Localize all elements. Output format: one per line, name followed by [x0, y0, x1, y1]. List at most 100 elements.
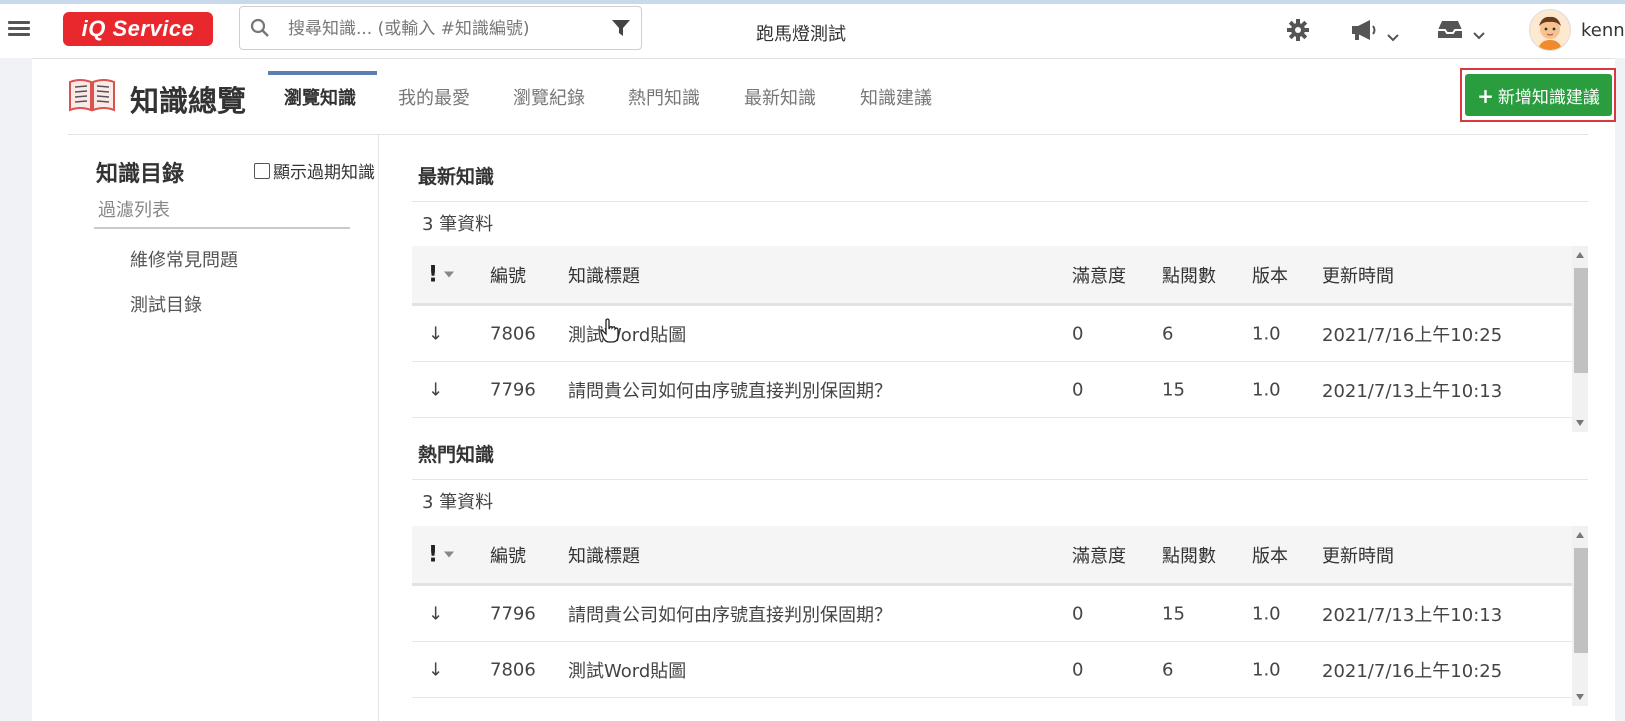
- record-count-text: 3 筆資料: [422, 214, 494, 235]
- menu-icon[interactable]: [8, 18, 30, 40]
- add-suggestion-button[interactable]: + 新增知識建議: [1465, 74, 1612, 116]
- tab-latest[interactable]: 最新知識: [744, 84, 816, 110]
- row-views: 15: [1162, 379, 1185, 400]
- scrollbar[interactable]: [1572, 246, 1588, 432]
- inbox-icon: [1438, 21, 1462, 38]
- logo[interactable]: iQ Service: [63, 12, 213, 46]
- row-updated: 2021/7/16上午10:25: [1322, 660, 1503, 682]
- tab-favorites[interactable]: 我的最愛: [398, 84, 470, 110]
- row-views: 6: [1162, 323, 1174, 344]
- row-satisfaction: 0: [1072, 379, 1084, 400]
- row-views: 15: [1162, 603, 1185, 624]
- scrollbar-thumb: [1574, 548, 1588, 653]
- priority-sort[interactable]: !: [428, 542, 455, 567]
- catalog-title: 知識目錄: [96, 162, 185, 187]
- record-count-text: 3 筆資料: [422, 492, 494, 513]
- priority-arrow: ↓: [428, 603, 444, 624]
- priority-arrow: ↓: [428, 659, 444, 680]
- chevron-down-icon: [1473, 31, 1485, 39]
- row-updated: 2021/7/16上午10:25: [1322, 324, 1503, 346]
- active-tab-indicator: [268, 71, 377, 75]
- col-title[interactable]: 知識標題: [568, 262, 640, 288]
- row-version: 1.0: [1252, 659, 1281, 680]
- scroll-down-icon: [1576, 420, 1584, 426]
- category-item[interactable]: 維修常見問題: [130, 246, 238, 272]
- col-views[interactable]: 點閱數: [1162, 542, 1216, 568]
- table-row[interactable]: ↓ 7806 測試Word貼圖 0 6 1.0 2021/7/16上午10:25: [412, 306, 1572, 362]
- col-id[interactable]: 編號: [490, 262, 526, 288]
- marquee-text: 跑馬燈測試: [756, 24, 846, 45]
- checkbox[interactable]: [254, 162, 270, 179]
- row-satisfaction: 0: [1072, 659, 1084, 680]
- row-title-link[interactable]: 測試Word貼圖: [568, 657, 686, 683]
- col-version[interactable]: 版本: [1252, 262, 1288, 288]
- row-id: 7796: [490, 379, 536, 400]
- search-icon: [250, 18, 269, 37]
- announcement-menu[interactable]: [1350, 18, 1399, 46]
- tab-popular[interactable]: 熱門知識: [628, 84, 700, 110]
- sidebar: 知識目錄 顯示過期知識 維修常見問題 測試目錄: [32, 134, 379, 721]
- gear-icon[interactable]: [1286, 18, 1310, 42]
- scrollbar-thumb: [1574, 268, 1588, 373]
- caret-down-icon: [444, 551, 455, 558]
- record-count: 3 筆資料: [412, 479, 1588, 520]
- col-title[interactable]: 知識標題: [568, 542, 640, 568]
- priority-arrow: ↓: [428, 379, 444, 400]
- top-bar: iQ Service 跑馬燈測試 kenn: [0, 4, 1625, 59]
- show-expired-label: 顯示過期知識: [273, 163, 375, 183]
- row-satisfaction: 0: [1072, 323, 1084, 344]
- table-row[interactable]: ↓ 7796 請問貴公司如何由序號直接判別保固期？ 0 15 1.0 2021/…: [412, 362, 1572, 418]
- table-header: ! 編號 知識標題 滿意度 點閱數 版本 更新時間: [412, 526, 1572, 586]
- right-gutter: [1615, 58, 1625, 721]
- username[interactable]: kenn: [1581, 20, 1625, 41]
- section-title-popular: 熱門知識: [418, 444, 495, 466]
- row-version: 1.0: [1252, 603, 1281, 624]
- tab-browse[interactable]: 瀏覽知識: [284, 84, 356, 110]
- megaphone-icon: [1352, 20, 1376, 40]
- row-views: 6: [1162, 659, 1174, 680]
- inbox-menu[interactable]: [1436, 18, 1485, 44]
- row-version: 1.0: [1252, 323, 1281, 344]
- row-title-link[interactable]: 請問貴公司如何由序號直接判別保固期？: [568, 377, 892, 403]
- row-updated: 2021/7/13上午10:13: [1322, 380, 1503, 402]
- row-updated: 2021/7/13上午10:13: [1322, 604, 1503, 626]
- row-id: 7796: [490, 603, 536, 624]
- caret-down-icon: [444, 271, 455, 278]
- chevron-down-icon: [1387, 33, 1399, 41]
- tab-history[interactable]: 瀏覽紀錄: [513, 84, 585, 110]
- row-title-link[interactable]: 測試Word貼圖: [568, 321, 686, 347]
- avatar[interactable]: [1529, 9, 1571, 51]
- record-count: 3 筆資料: [412, 201, 1588, 242]
- open-book-icon: [69, 79, 115, 112]
- col-version[interactable]: 版本: [1252, 542, 1288, 568]
- row-title-link[interactable]: 請問貴公司如何由序號直接判別保固期？: [568, 601, 892, 627]
- section-title-latest: 最新知識: [418, 166, 495, 188]
- col-satisfaction[interactable]: 滿意度: [1072, 542, 1126, 568]
- table-header: ! 編號 知識標題 滿意度 點閱數 版本 更新時間: [412, 246, 1572, 306]
- col-updated[interactable]: 更新時間: [1322, 262, 1394, 288]
- table-row[interactable]: ↓ 7806 測試Word貼圖 0 6 1.0 2021/7/16上午10:25: [412, 642, 1572, 698]
- col-satisfaction[interactable]: 滿意度: [1072, 262, 1126, 288]
- page-header: 知識總覽 瀏覽知識 我的最愛 瀏覽紀錄 熱門知識 最新知識 知識建議: [68, 58, 1588, 135]
- filter-icon[interactable]: [611, 18, 631, 38]
- table-row[interactable]: ↓ 7796 請問貴公司如何由序號直接判別保固期？ 0 15 1.0 2021/…: [412, 586, 1572, 642]
- search-input[interactable]: [286, 15, 590, 43]
- col-updated[interactable]: 更新時間: [1322, 542, 1394, 568]
- add-suggestion-label: 新增知識建議: [1497, 88, 1600, 108]
- col-id[interactable]: 編號: [490, 542, 526, 568]
- filter-input[interactable]: [94, 194, 350, 229]
- hand-cursor-icon: [600, 318, 619, 343]
- search-box: [239, 6, 642, 50]
- priority-sort[interactable]: !: [428, 262, 455, 287]
- tab-suggestions[interactable]: 知識建議: [860, 84, 932, 110]
- scroll-up-icon: [1576, 532, 1584, 538]
- left-gutter: [0, 58, 32, 721]
- category-item[interactable]: 測試目錄: [130, 291, 202, 317]
- page-title: 知識總覽: [130, 84, 247, 118]
- scrollbar[interactable]: [1572, 526, 1588, 706]
- row-id: 7806: [490, 323, 536, 344]
- col-views[interactable]: 點閱數: [1162, 262, 1216, 288]
- row-version: 1.0: [1252, 379, 1281, 400]
- show-expired-toggle[interactable]: 顯示過期知識: [254, 158, 375, 183]
- row-id: 7806: [490, 659, 536, 680]
